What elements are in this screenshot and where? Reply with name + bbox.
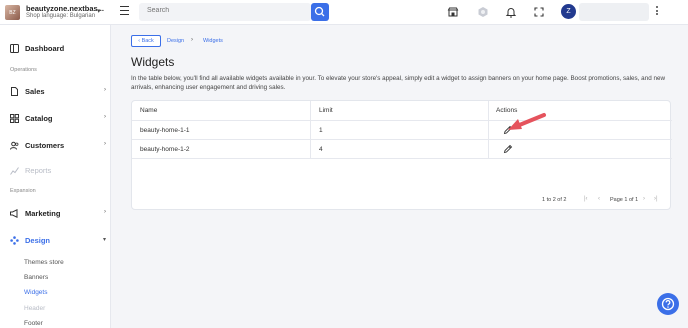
section-label-operations: Operations [10,67,37,73]
search-box[interactable] [139,3,311,21]
sidebar-subitem-banners[interactable]: Banners [24,274,48,281]
megaphone-icon [10,208,18,218]
sidebar-item-label: Catalog [25,113,53,123]
reports-icon [10,166,19,175]
catalog-icon [10,113,19,123]
users-icon [10,141,19,150]
sidebar-item-label: Reports [25,165,52,175]
breadcrumb-widgets: Widgets [203,38,223,44]
widgets-table: Name Limit Actions beauty-home-1-1 1 bea… [131,100,672,210]
chevron-right-icon: › [104,114,106,120]
bell-icon[interactable] [505,6,517,18]
row-divider [132,158,672,159]
store-name[interactable]: beautyzone.nextbas... [26,4,104,13]
column-header-name: Name [140,107,158,114]
back-button[interactable]: ‹ Back [131,35,161,47]
chevron-right-icon: › [104,209,106,215]
sidebar-item-label: Customers [25,140,65,150]
section-label-expansion: Expansion [10,188,36,194]
pager-count: 1 to 2 of 2 [542,197,567,203]
pager-page: Page 1 of 1 [610,197,639,203]
search-input[interactable] [147,7,297,14]
store-logo[interactable]: BZ [5,5,20,20]
column-header-limit: Limit [319,107,333,114]
top-bar: BZ beautyzone.nextbas... Shop language: … [0,0,688,25]
edit-icon[interactable] [503,144,513,154]
more-options-icon[interactable] [655,6,659,18]
cell-name: beauty-home-1-2 [140,146,190,153]
cell-limit: 1 [319,127,323,134]
page-title: Widgets [131,55,175,69]
store-language: Shop language: Bulgarian [26,13,96,19]
annotation-arrow [508,113,546,130]
sidebar-item-reports[interactable]: Reports [10,164,106,176]
sidebar-item-label: Design [25,235,51,245]
brand-badge-icon[interactable] [477,6,489,18]
sidebar-item-dashboard[interactable]: Dashboard [10,42,106,54]
sidebar: Dashboard Operations Sales › Catalog › C… [0,25,111,328]
sidebar-subitem-header[interactable]: Header [24,305,45,312]
sidebar-item-label: Marketing [25,208,61,218]
help-icon [661,297,675,311]
design-icon [10,235,19,245]
chevron-right-icon: › [104,87,106,93]
cell-limit: 4 [319,146,323,153]
row-divider [132,139,672,140]
pager-next-button[interactable]: › [643,196,645,202]
sidebar-item-label: Dashboard [25,43,65,53]
search-icon [314,6,325,17]
breadcrumb-separator: › [191,37,193,43]
avatar[interactable]: Z [561,4,576,19]
fullscreen-icon[interactable] [533,6,545,18]
help-button[interactable] [657,293,679,315]
menu-icon[interactable] [120,6,129,15]
sidebar-item-sales[interactable]: Sales › [10,85,106,97]
sidebar-subitem-widgets[interactable]: Widgets [24,289,47,296]
sidebar-item-label: Sales [25,86,45,96]
sidebar-item-marketing[interactable]: Marketing › [10,207,106,219]
page-description: In the table below, you'll find all avai… [131,75,665,91]
breadcrumb-design[interactable]: Design [167,38,184,44]
user-name-box[interactable] [579,3,649,21]
sidebar-subitem-themes-store[interactable]: Themes store [24,259,64,266]
chevron-down-icon[interactable]: ▾ [97,7,101,15]
row-divider [132,120,672,121]
sidebar-item-catalog[interactable]: Catalog › [10,112,106,124]
column-divider [488,101,489,158]
pager-prev-button[interactable]: ‹ [598,196,600,202]
cell-name: beauty-home-1-1 [140,127,190,134]
sidebar-item-design[interactable]: Design ▾ [10,234,106,246]
sidebar-item-customers[interactable]: Customers › [10,139,106,151]
sidebar-subitem-footer[interactable]: Footer [24,320,43,327]
search-button[interactable] [311,3,329,21]
pager-first-button[interactable]: |‹ [584,196,588,202]
document-icon [11,86,18,96]
pager-last-button[interactable]: ›| [654,196,658,202]
chevron-down-icon: ▾ [102,237,106,243]
column-divider [310,101,311,158]
store-icon[interactable] [447,6,459,18]
chevron-right-icon: › [104,141,106,147]
dashboard-icon [10,43,19,53]
